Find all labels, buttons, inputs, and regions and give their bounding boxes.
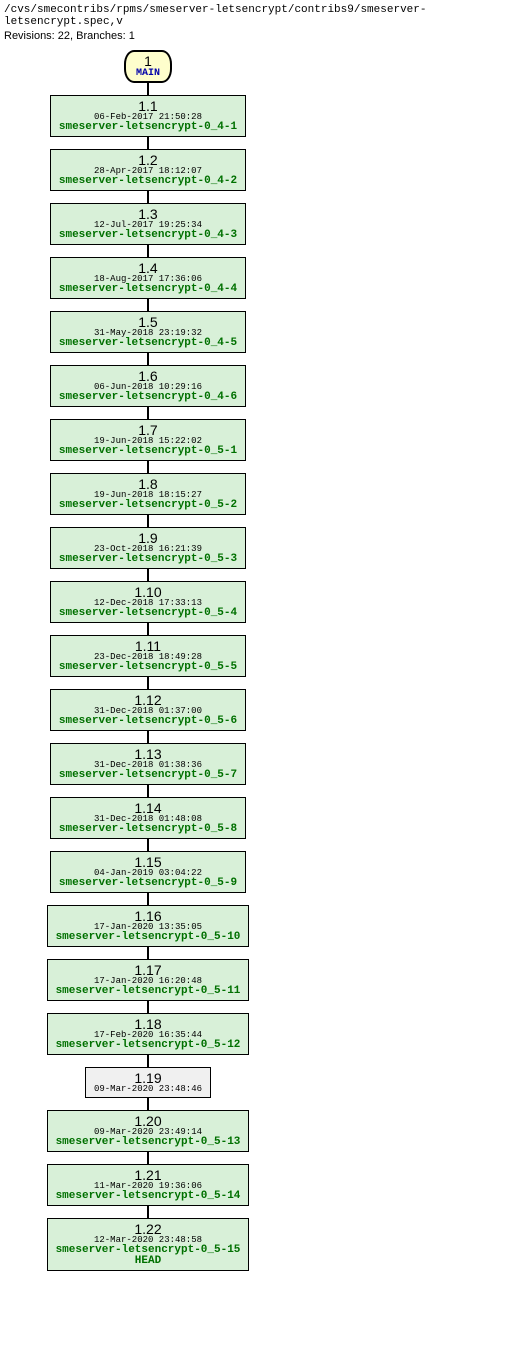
revision-number: 1.14 — [59, 801, 237, 815]
revision-tag: smeserver-letsencrypt-0_4-4 — [59, 284, 237, 295]
revision-node[interactable]: 1.923-Oct-2018 16:21:39smeserver-letsenc… — [50, 527, 246, 569]
revision-node[interactable]: 1.1431-Dec-2018 01:48:08smeserver-letsen… — [50, 797, 246, 839]
connector — [147, 785, 149, 797]
connector — [147, 731, 149, 743]
revision-tag: smeserver-letsencrypt-0_5-14 — [56, 1191, 241, 1202]
connector — [147, 299, 149, 311]
revision-number: 1.17 — [56, 963, 241, 977]
revision-tag: smeserver-letsencrypt-0_4-3 — [59, 230, 237, 241]
connector — [147, 191, 149, 203]
revision-tag: smeserver-letsencrypt-0_5-9 — [59, 878, 237, 889]
revision-tag: smeserver-letsencrypt-0_5-5 — [59, 662, 237, 673]
revision-number: 1.11 — [59, 639, 237, 653]
connector — [147, 893, 149, 905]
revision-date: 09-Mar-2020 23:48:46 — [94, 1085, 202, 1094]
connector — [147, 1055, 149, 1067]
connector — [147, 407, 149, 419]
revision-tag: smeserver-letsencrypt-0_5-3 — [59, 554, 237, 565]
revision-tag: smeserver-letsencrypt-0_4-5 — [59, 338, 237, 349]
revision-node[interactable]: 1.228-Apr-2017 18:12:07smeserver-letsenc… — [50, 149, 246, 191]
connector — [147, 245, 149, 257]
revision-number: 1.5 — [59, 315, 237, 329]
revision-number: 1.2 — [59, 153, 237, 167]
revision-number: 1.22 — [56, 1222, 241, 1236]
connector — [147, 137, 149, 149]
revision-node[interactable]: 1.418-Aug-2017 17:36:06smeserver-letsenc… — [50, 257, 246, 299]
revision-head-label: HEAD — [56, 1256, 241, 1267]
revision-node[interactable]: 1.719-Jun-2018 15:22:02smeserver-letsenc… — [50, 419, 246, 461]
revision-number: 1.6 — [59, 369, 237, 383]
connector — [147, 569, 149, 581]
connector — [147, 677, 149, 689]
revision-node[interactable]: 1.819-Jun-2018 18:15:27smeserver-letsenc… — [50, 473, 246, 515]
revision-node[interactable]: 1.1231-Dec-2018 01:37:00smeserver-letsen… — [50, 689, 246, 731]
revision-number: 1.4 — [59, 261, 237, 275]
connector — [147, 839, 149, 851]
revision-number: 1.7 — [59, 423, 237, 437]
revisions-summary: Revisions: 22, Branches: 1 — [4, 30, 512, 42]
connector — [147, 1001, 149, 1013]
revision-number: 1.8 — [59, 477, 237, 491]
revision-number: 1.12 — [59, 693, 237, 707]
revision-node[interactable]: 1.1617-Jan-2020 13:35:05smeserver-letsen… — [47, 905, 250, 947]
revision-number: 1.1 — [59, 99, 237, 113]
connector — [147, 1206, 149, 1218]
revision-node[interactable]: 1.1012-Dec-2018 17:33:13smeserver-letsen… — [50, 581, 246, 623]
revision-node[interactable]: 1.1123-Dec-2018 18:49:28smeserver-letsen… — [50, 635, 246, 677]
revision-number: 1.21 — [56, 1168, 241, 1182]
revision-number: 1.19 — [94, 1071, 202, 1085]
trunk-box[interactable]: 1 MAIN — [124, 50, 172, 83]
revision-tag: smeserver-letsencrypt-0_5-10 — [56, 932, 241, 943]
revision-node[interactable]: 1.1331-Dec-2018 01:38:36smeserver-letsen… — [50, 743, 246, 785]
revision-number: 1.10 — [59, 585, 237, 599]
connector — [147, 353, 149, 365]
revision-number: 1.9 — [59, 531, 237, 545]
revision-tag: smeserver-letsencrypt-0_5-8 — [59, 824, 237, 835]
revision-tag: smeserver-letsencrypt-0_4-2 — [59, 176, 237, 187]
revision-number: 1.3 — [59, 207, 237, 221]
revision-number: 1.16 — [56, 909, 241, 923]
revision-node[interactable]: 1.2111-Mar-2020 19:36:06smeserver-letsen… — [47, 1164, 250, 1206]
connector — [147, 1152, 149, 1164]
revision-node[interactable]: 1.1717-Jan-2020 16:20:48smeserver-letsen… — [47, 959, 250, 1001]
revision-tree: 1 MAIN 1.106-Feb-2017 21:50:28smeserver-… — [18, 50, 278, 1271]
connector — [147, 515, 149, 527]
connector — [147, 83, 149, 95]
connector — [147, 461, 149, 473]
connector — [147, 947, 149, 959]
revision-node[interactable]: 1.1504-Jan-2019 03:04:22smeserver-letsen… — [50, 851, 246, 893]
revision-tag: smeserver-letsencrypt-0_4-1 — [59, 122, 237, 133]
revision-node[interactable]: 1.1909-Mar-2020 23:48:46 — [85, 1067, 211, 1098]
revision-number: 1.15 — [59, 855, 237, 869]
revision-node[interactable]: 1.106-Feb-2017 21:50:28smeserver-letsenc… — [50, 95, 246, 137]
revision-number: 1.13 — [59, 747, 237, 761]
connector — [147, 623, 149, 635]
revision-tag: smeserver-letsencrypt-0_5-13 — [56, 1137, 241, 1148]
revision-number: 1.20 — [56, 1114, 241, 1128]
revision-node[interactable]: 1.606-Jun-2018 10:29:16smeserver-letsenc… — [50, 365, 246, 407]
trunk-label: MAIN — [136, 69, 160, 80]
revision-tag: smeserver-letsencrypt-0_5-2 — [59, 500, 237, 511]
revision-tag: smeserver-letsencrypt-0_5-4 — [59, 608, 237, 619]
trunk-number: 1 — [136, 54, 160, 69]
revision-node[interactable]: 1.1817-Feb-2020 16:35:44smeserver-letsen… — [47, 1013, 250, 1055]
revision-tag: smeserver-letsencrypt-0_5-1 — [59, 446, 237, 457]
revision-node[interactable]: 1.2009-Mar-2020 23:49:14smeserver-letsen… — [47, 1110, 250, 1152]
revision-number: 1.18 — [56, 1017, 241, 1031]
revision-node[interactable]: 1.531-May-2018 23:19:32smeserver-letsenc… — [50, 311, 246, 353]
revision-tag: smeserver-letsencrypt-0_5-11 — [56, 986, 241, 997]
revision-node[interactable]: 1.2212-Mar-2020 23:48:58smeserver-letsen… — [47, 1218, 250, 1271]
repo-path: /cvs/smecontribs/rpms/smeserver-letsencr… — [4, 4, 512, 28]
revision-tag: smeserver-letsencrypt-0_4-6 — [59, 392, 237, 403]
revision-node[interactable]: 1.312-Jul-2017 19:25:34smeserver-letsenc… — [50, 203, 246, 245]
revision-tag: smeserver-letsencrypt-0_5-7 — [59, 770, 237, 781]
revision-tag: smeserver-letsencrypt-0_5-6 — [59, 716, 237, 727]
connector — [147, 1098, 149, 1110]
revision-tag: smeserver-letsencrypt-0_5-12 — [56, 1040, 241, 1051]
